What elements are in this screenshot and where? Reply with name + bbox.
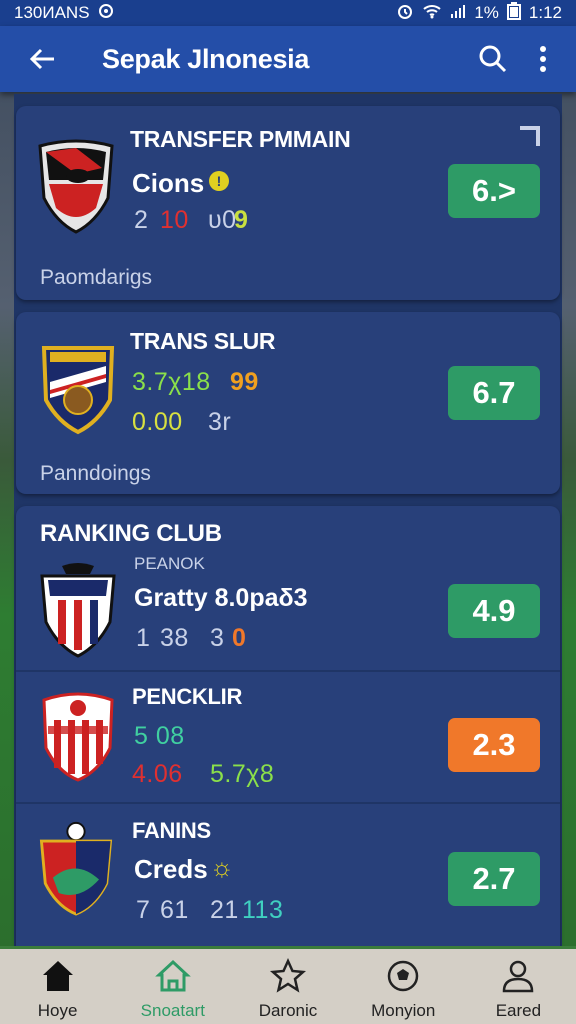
card-footer: Paomdarigs xyxy=(40,266,153,289)
nav-label: Daronic xyxy=(258,1001,318,1020)
battery-icon xyxy=(506,1,521,25)
card-title: TRANS SLUR xyxy=(130,328,276,354)
club-name: Gratty 8.0paδ3 xyxy=(134,584,308,612)
star-icon xyxy=(269,957,307,993)
ranking-item[interactable]: PENCKLIR 5 08 4.06 5.7χ8 2.3 xyxy=(16,672,560,802)
trans-card[interactable]: TRANS SLUR 3.7χ18 99 0.00 3r Panndoings … xyxy=(16,312,560,494)
ranking-item[interactable]: FANINS Creds ☼ 7 61 21 113 2.7 xyxy=(16,804,560,946)
item-label: FANINS xyxy=(132,818,211,843)
alarm-icon xyxy=(396,2,414,25)
home-icon xyxy=(42,961,73,991)
stat-line2-a: 0.00 xyxy=(132,408,183,436)
status-left-text: 130ИANS xyxy=(14,3,90,22)
stat-c: υ0 xyxy=(208,206,237,234)
card-title: TRANSFER PMMAIN xyxy=(130,126,351,152)
stat-b: 10 xyxy=(160,206,189,234)
content-panel: TRANSFER PMMAIN Cions ! 2 10 υ0 9 Paomda… xyxy=(14,94,562,946)
section-title: RANKING CLUB xyxy=(40,520,222,547)
club-crest-icon xyxy=(42,692,114,782)
club-name-mark: ☼ xyxy=(210,852,234,882)
card-footer: Panndoings xyxy=(40,462,151,485)
ball-icon xyxy=(387,960,419,992)
app-bar: Sepak Jlnonesia xyxy=(0,26,576,92)
stat-line2-b: 3r xyxy=(208,408,232,436)
svg-text:!: ! xyxy=(217,173,222,189)
nav-item-matches[interactable]: Monyion xyxy=(346,949,461,1024)
nav-label: Eared xyxy=(495,1001,542,1020)
stat-line1: 5 08 xyxy=(134,722,185,750)
stat-line2-a: 4.06 xyxy=(132,760,183,788)
page-title: Sepak Jlnonesia xyxy=(102,43,310,74)
stat-b: 61 xyxy=(160,896,189,924)
nav-item-favorites[interactable]: Daronic xyxy=(230,949,345,1024)
stat-line2-b: 5.7χ8 xyxy=(210,760,275,788)
search-button[interactable] xyxy=(468,29,518,89)
club-crest-icon xyxy=(40,563,116,658)
notification-icon xyxy=(98,3,114,24)
profile-icon xyxy=(503,960,534,993)
stat-c: 21 xyxy=(210,896,239,924)
back-button[interactable] xyxy=(12,29,72,89)
stat-d: 9 xyxy=(234,206,249,234)
score-badge[interactable]: 6.7 xyxy=(448,366,540,420)
bottom-nav: Hoye Snoatart Daronic Monyion Eared xyxy=(0,946,576,1024)
nav-label: Monyion xyxy=(371,1001,436,1020)
score-badge[interactable]: 2.3 xyxy=(448,718,540,772)
nav-label: Hoye xyxy=(37,1001,78,1020)
stat-line1-a: 3.7χ18 xyxy=(132,368,211,396)
clock-time: 1:12 xyxy=(528,3,562,22)
warning-icon: ! xyxy=(208,170,230,197)
item-label: PENCKLIR xyxy=(132,684,243,709)
club-crest-icon xyxy=(41,346,115,435)
battery-percent: 1% xyxy=(474,3,499,22)
score-badge[interactable]: 6.> xyxy=(448,164,540,218)
club-crest-icon xyxy=(38,139,114,234)
ranking-item[interactable]: PEANOK Gratty 8.0paδ3 1 38 3 0 4.9 xyxy=(16,546,560,670)
stat-d: 0 xyxy=(232,624,247,652)
stat-d: 113 xyxy=(242,896,284,924)
nav-label: Snoatart xyxy=(140,1001,205,1020)
stat-b: 38 xyxy=(160,624,189,652)
stat-line1-b: 99 xyxy=(230,368,259,396)
score-badge[interactable]: 4.9 xyxy=(448,584,540,638)
score-badge[interactable]: 2.7 xyxy=(448,852,540,906)
signal-icon xyxy=(450,3,466,24)
nav-item-profile[interactable]: Eared xyxy=(461,949,576,1024)
club-name: Cions xyxy=(132,168,205,198)
item-label: PEANOK xyxy=(134,554,205,573)
stat-c: 3 xyxy=(210,624,225,652)
stat-a: 1 xyxy=(136,624,151,652)
nav-item-home[interactable]: Hoye xyxy=(0,949,115,1024)
wifi-icon xyxy=(422,3,442,24)
search-icon xyxy=(479,45,507,73)
nav-item-stadium[interactable]: Snoatart xyxy=(115,949,230,1024)
ranking-card: RANKING CLUB PEANOK Gratty 8.0paδ3 1 38 … xyxy=(16,506,560,946)
club-name: Creds xyxy=(134,854,208,884)
stat-a: 7 xyxy=(136,896,151,924)
more-options-button[interactable] xyxy=(518,29,568,89)
back-arrow-icon xyxy=(29,48,54,70)
status-bar: 130ИANS 1% 1:12 xyxy=(0,0,576,26)
transfer-card[interactable]: TRANSFER PMMAIN Cions ! 2 10 υ0 9 Paomda… xyxy=(16,106,560,300)
club-crest-icon xyxy=(39,821,113,916)
bookmark-icon[interactable] xyxy=(520,126,540,146)
stat-a: 2 xyxy=(134,206,149,234)
stadium-icon xyxy=(154,959,191,992)
more-vert-icon xyxy=(540,46,546,72)
